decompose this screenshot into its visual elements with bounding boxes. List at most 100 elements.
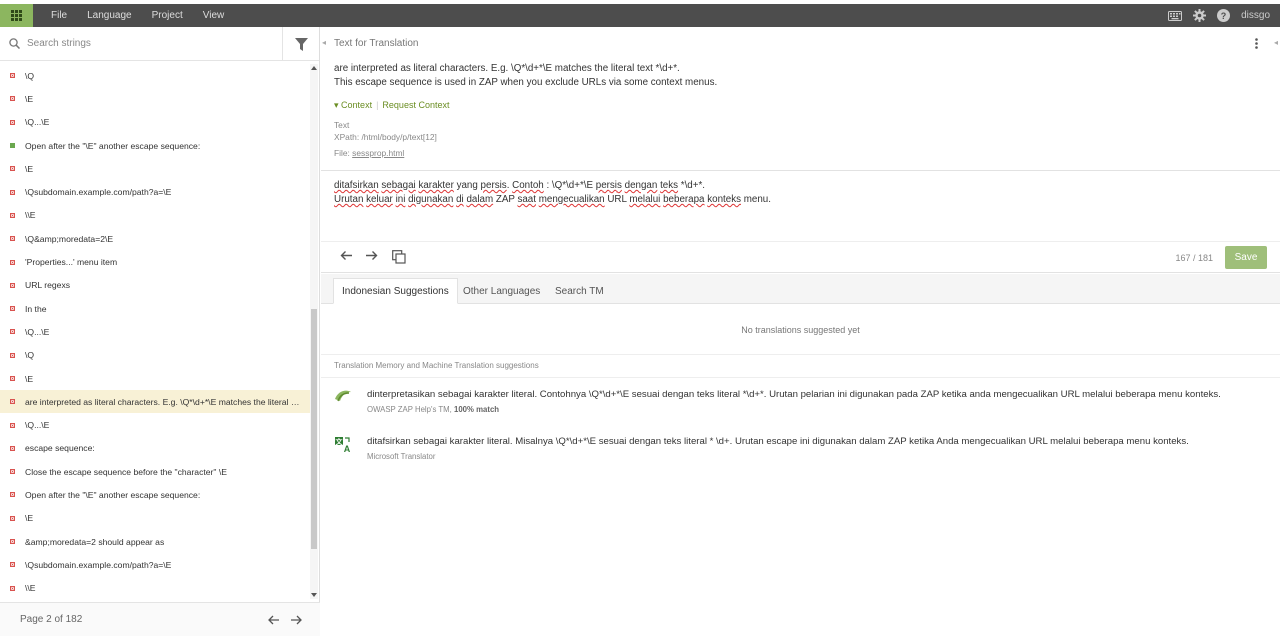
status-indicator-icon (10, 73, 15, 79)
list-item[interactable]: are interpreted as literal characters. E… (0, 390, 310, 414)
status-indicator-icon (10, 585, 15, 591)
status-indicator-icon (10, 539, 15, 545)
search-bar: Search strings (0, 27, 319, 61)
list-item[interactable]: \E (0, 367, 310, 390)
list-item[interactable]: URL regexs (0, 274, 310, 297)
list-item[interactable]: escape sequence: (0, 437, 310, 460)
translation-line: ditafsirkan sebagai karakter yang persis… (334, 179, 771, 193)
menu-project[interactable]: Project (152, 10, 183, 21)
prev-page-icon[interactable] (268, 615, 280, 625)
previous-string-icon[interactable] (340, 250, 353, 261)
tm-section-label: Translation Memory and Machine Translati… (334, 361, 539, 370)
pager: Page 2 of 182 (0, 602, 320, 636)
status-indicator-icon (10, 189, 15, 195)
translation-token: digunakan (408, 194, 454, 205)
file-link[interactable]: sessprop.html (352, 148, 404, 158)
context-toggle[interactable]: ▾ Context (334, 100, 372, 110)
copy-source-icon[interactable] (392, 250, 406, 264)
list-item[interactable]: \Q...\E (0, 111, 310, 134)
translation-token: menu. (741, 194, 771, 205)
strings-scrollbar[interactable] (310, 64, 318, 599)
status-indicator-icon (10, 376, 15, 381)
list-item[interactable]: \E (0, 157, 310, 180)
svg-text:文: 文 (336, 437, 344, 446)
translation-token: Contoh (512, 180, 544, 191)
list-item[interactable]: \Q (0, 344, 310, 367)
tab-search-tm[interactable]: Search TM (547, 278, 612, 304)
list-item-label: \\E (25, 583, 36, 594)
translation-token: persis (480, 180, 507, 191)
list-item[interactable]: \Q...\E (0, 320, 310, 343)
list-item[interactable]: 'Properties...' menu item (0, 250, 310, 273)
save-button[interactable]: Save (1225, 246, 1267, 269)
grid-icon (11, 10, 22, 21)
list-item[interactable]: In the (0, 297, 310, 320)
help-icon[interactable]: ? (1217, 9, 1231, 22)
list-item-label: escape sequence: (25, 443, 95, 454)
context-links: ▾ Context | Request Context (334, 100, 449, 111)
status-indicator-icon (10, 399, 15, 405)
keyboard-icon[interactable] (1168, 10, 1183, 21)
top-menu-bar: File Language Project View ? dissgo (0, 4, 1280, 27)
list-item[interactable]: \\E (0, 204, 310, 227)
list-item[interactable]: \\E (0, 577, 310, 599)
list-item-label: are interpreted as literal characters. E… (25, 396, 300, 407)
translation-token: konteks (707, 194, 741, 205)
list-item[interactable]: \Qsubdomain.example.com/path?a=\E (0, 553, 310, 576)
filter-button[interactable] (282, 27, 320, 61)
status-indicator-icon (10, 422, 15, 428)
list-item[interactable]: \E (0, 507, 310, 530)
list-item[interactable]: \Q&amp;moredata=2\E (0, 227, 310, 250)
list-item[interactable]: \E (0, 87, 310, 110)
separator: | (376, 100, 379, 110)
list-item-label: \E (25, 93, 34, 104)
list-item-label: In the (25, 303, 47, 314)
next-page-icon[interactable] (290, 615, 302, 625)
next-string-icon[interactable] (365, 250, 378, 261)
list-item-label: \Q&amp;moredata=2\E (25, 233, 114, 244)
status-indicator-icon (10, 166, 15, 172)
menu-file[interactable]: File (51, 10, 67, 21)
menu-language[interactable]: Language (87, 10, 132, 21)
menu-view[interactable]: View (203, 10, 225, 21)
apps-grid-button[interactable] (0, 4, 33, 27)
request-context-link[interactable]: Request Context (382, 100, 449, 110)
translation-token: beberapa (663, 194, 705, 205)
status-indicator-icon (10, 143, 15, 149)
context-type: Text (334, 120, 350, 130)
strings-panel: Search strings \Q \E \Q...\E Open after the… (0, 27, 320, 636)
triangle-down-icon: ▾ (334, 100, 339, 110)
source-line: This escape sequence is used in ZAP when… (334, 77, 718, 88)
list-item[interactable]: Open after the "\E" another escape seque… (0, 134, 310, 157)
divider (321, 354, 1280, 355)
list-item[interactable]: Close the escape sequence before the "ch… (0, 460, 310, 483)
search-input[interactable]: Search strings (27, 38, 91, 49)
list-item[interactable]: \Q (0, 64, 310, 87)
list-item-label: Close the escape sequence before the "ch… (25, 466, 227, 477)
list-item-label: \E (25, 513, 34, 524)
suggestion-text: dinterpretasikan sebagai karakter litera… (367, 389, 1221, 400)
source-header-label: Text for Translation (334, 38, 419, 49)
list-item[interactable]: \Qsubdomain.example.com/path?a=\E (0, 180, 310, 203)
status-indicator-icon (10, 236, 15, 242)
tab-indonesian-suggestions[interactable]: Indonesian Suggestions (333, 278, 458, 304)
list-item[interactable]: Open after the "\E" another escape seque… (0, 483, 310, 506)
list-item[interactable]: &amp;moredata=2 should appear as (0, 530, 310, 553)
tab-other-languages[interactable]: Other Languages (455, 278, 548, 304)
translation-token: karakter (418, 180, 454, 191)
source-text: are interpreted as literal characters. E… (334, 62, 717, 90)
status-indicator-icon (10, 562, 15, 568)
editor-panel: ◂ ◂ Text for Translation are interpreted… (321, 27, 1280, 636)
list-item[interactable]: \Q...\E (0, 413, 310, 436)
more-options-icon[interactable] (1255, 38, 1258, 49)
scrollbar-thumb[interactable] (311, 309, 317, 549)
strings-list: \Q \E \Q...\E Open after the "\E" another e… (0, 64, 310, 599)
gear-icon[interactable] (1193, 9, 1207, 22)
status-indicator-icon (10, 119, 15, 125)
divider (321, 170, 1280, 171)
suggestion-text: ditafsirkan sebagai karakter literal. Mi… (367, 436, 1189, 447)
translation-line: Urutan keluar ini digunakan di dalam ZAP… (334, 193, 771, 207)
page-label: Page 2 of 182 (20, 614, 83, 625)
user-name[interactable]: dissgo (1241, 10, 1270, 21)
translation-editor[interactable]: ditafsirkan sebagai karakter yang persis… (334, 179, 771, 207)
